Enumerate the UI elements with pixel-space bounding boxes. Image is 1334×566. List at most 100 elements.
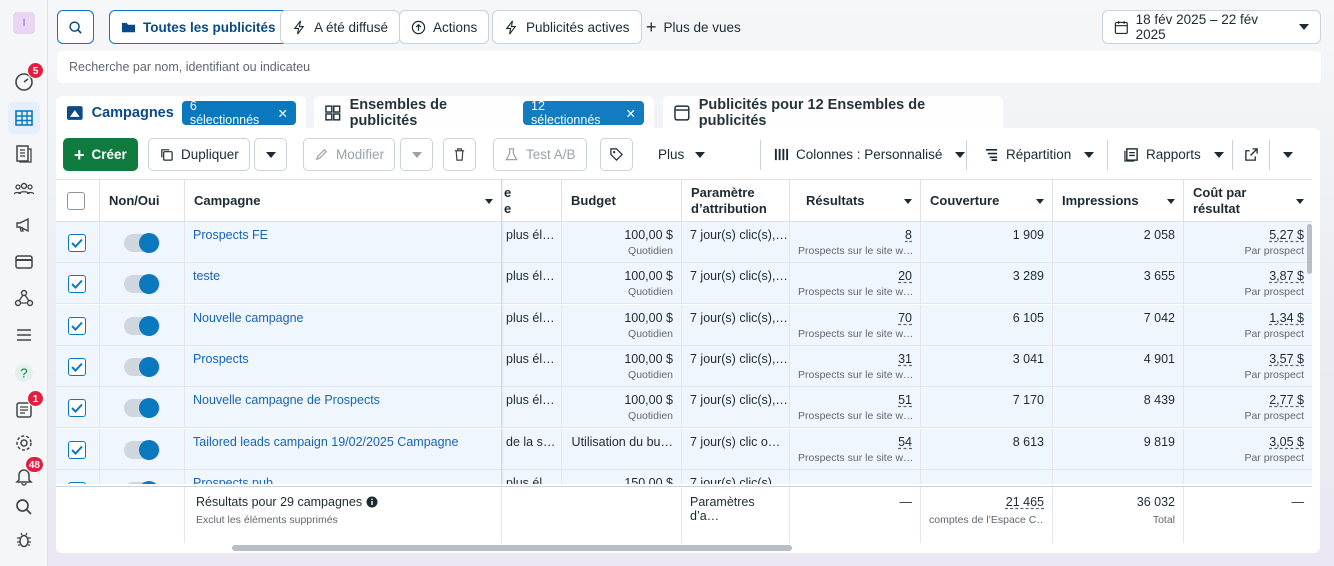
rail-audiences-button[interactable] <box>8 173 40 205</box>
table-row[interactable]: Nouvelle campagne de Prospects plus él… 10… <box>56 387 1312 429</box>
row-checkbox[interactable] <box>68 275 86 294</box>
campaign-toggle[interactable] <box>124 398 160 419</box>
rail-news-button[interactable]: 1 <box>8 390 44 426</box>
campaign-toggle[interactable] <box>124 356 160 377</box>
row-checkbox[interactable] <box>68 481 86 484</box>
vertical-scrollbar[interactable] <box>1307 224 1312 274</box>
reports-button[interactable]: Rapports <box>1114 138 1234 171</box>
table-row[interactable]: Prospects plus él… 100,00 $ Quotidien 7 jour… <box>56 345 1312 387</box>
row-checkbox[interactable] <box>68 357 86 376</box>
more-views-button[interactable]: + Plus de vues <box>635 10 752 44</box>
rail-help-button[interactable]: ? <box>8 357 40 389</box>
rail-search-button[interactable] <box>8 491 40 523</box>
rail-campaigns-button[interactable] <box>8 209 40 241</box>
table-row[interactable]: Prospects pub plus él… 150,00 $7 jour(s) c… <box>56 469 1312 484</box>
clear-selection-icon[interactable]: ✕ <box>278 106 288 121</box>
budget-cell[interactable]: 100,00 $ Quotidien <box>562 222 682 263</box>
tab-campaigns[interactable]: Campagnes 6 sélectionnés ✕ <box>56 96 306 130</box>
ab-test-button[interactable]: Test A/B <box>493 138 587 171</box>
table-row[interactable]: teste plus él… 100,00 $ Quotidien 7 jour(s) … <box>56 263 1312 305</box>
filter-active-ads[interactable]: Publicités actives <box>492 10 642 44</box>
col-campaign[interactable]: Campagne <box>185 180 502 222</box>
table-row[interactable]: Tailored leads campaign 19/02/2025 Campa… <box>56 428 1312 470</box>
col-attribution[interactable]: Paramètre d’attribution <box>682 180 790 222</box>
campaign-name-link[interactable]: Prospects FE <box>193 228 268 242</box>
rail-settings-button[interactable] <box>8 427 40 459</box>
row-checkbox[interactable] <box>68 234 86 252</box>
rail-report-bug-button[interactable] <box>8 524 40 556</box>
rail-ads-manager-button[interactable] <box>8 102 40 134</box>
row-checkbox[interactable] <box>68 399 86 418</box>
results-cell: 54 Prospects sur le site w… <box>790 428 921 470</box>
rail-integrations-button[interactable] <box>8 282 40 314</box>
edit-menu-button[interactable] <box>400 138 433 171</box>
campaign-name-link[interactable]: Prospects <box>193 352 249 366</box>
results-cell: 8 Prospects sur le site w… <box>790 222 921 263</box>
tab-ads[interactable]: Publicités pour 12 Ensembles de publicit… <box>663 96 1003 130</box>
campaign-toggle[interactable] <box>124 233 160 253</box>
campaign-name-link[interactable]: teste <box>193 269 220 283</box>
rail-pages-button[interactable] <box>8 138 40 170</box>
duplicate-button[interactable]: Dupliquer <box>148 138 250 171</box>
account-avatar[interactable]: I <box>13 12 35 34</box>
row-select-cell <box>56 387 100 429</box>
duplicate-menu-button[interactable] <box>254 138 287 171</box>
row-checkbox[interactable] <box>68 316 86 335</box>
budget-cell[interactable]: 150,00 $ <box>562 469 682 484</box>
campaign-toggle[interactable] <box>124 439 160 460</box>
budget-cell[interactable]: 100,00 $ Quotidien <box>562 387 682 429</box>
col-bid-strategy[interactable]: e e <box>502 180 562 222</box>
flask-icon <box>505 148 518 161</box>
budget-cell[interactable]: 100,00 $ Quotidien <box>562 263 682 305</box>
campaign-toggle[interactable] <box>124 480 160 484</box>
search-toggle-button[interactable] <box>57 10 94 44</box>
col-cost-per-result[interactable]: Coût par résultat <box>1184 180 1312 222</box>
adsets-selection-pill[interactable]: 12 sélectionnés ✕ <box>523 99 644 127</box>
rail-billing-button[interactable] <box>8 246 40 278</box>
col-reach[interactable]: Couverture <box>921 180 1053 222</box>
delete-button[interactable] <box>443 138 476 171</box>
columns-button[interactable]: Colonnes : Personnalisé <box>764 138 976 171</box>
cost-per-result-cell: 3,05 $ Par prospect <box>1244 434 1304 464</box>
budget-cell[interactable]: Utilisation du bu… <box>562 428 682 470</box>
filter-delivered[interactable]: A été diffusé <box>280 10 401 44</box>
horizontal-scrollbar[interactable] <box>232 545 792 551</box>
col-impressions[interactable]: Impressions <box>1053 180 1184 222</box>
campaigns-selection-pill[interactable]: 6 sélectionnés ✕ <box>181 99 296 127</box>
campaign-name-link[interactable]: Nouvelle campagne <box>193 311 304 325</box>
info-icon[interactable] <box>366 496 378 508</box>
network-icon <box>14 289 34 307</box>
budget-cell[interactable]: 100,00 $ Quotidien <box>562 345 682 387</box>
bid-strategy-cell: plus él… <box>502 222 562 263</box>
row-checkbox[interactable] <box>68 440 86 459</box>
rail-notifications-button[interactable]: 48 <box>8 456 44 492</box>
more-button[interactable]: Plus <box>648 138 716 171</box>
tab-adsets[interactable]: Ensembles de publicités 12 sélectionnés … <box>314 96 654 130</box>
search-input[interactable]: Recherche par nom, identifiant ou indica… <box>57 51 1321 83</box>
rail-alerts-button[interactable]: 5 <box>8 62 44 98</box>
table-row[interactable]: Nouvelle campagne plus él… 100,00 $ Quotidi… <box>56 304 1312 346</box>
filter-actions[interactable]: Actions <box>399 10 490 44</box>
summary-results-cell: — <box>790 487 921 543</box>
clear-selection-icon[interactable]: ✕ <box>626 106 636 121</box>
col-budget[interactable]: Budget <box>562 180 682 222</box>
budget-cell[interactable]: 100,00 $ Quotidien <box>562 304 682 346</box>
create-button[interactable]: + Créer <box>63 138 138 171</box>
col-onoff[interactable]: Non/Oui <box>100 180 185 222</box>
table-row[interactable]: Prospects FE plus él… 100,00 $ Quotidien 7 j… <box>56 222 1312 263</box>
col-results[interactable]: Résultats <box>790 180 921 222</box>
campaign-toggle[interactable] <box>124 315 160 336</box>
breakdown-button[interactable]: Répartition <box>974 138 1105 171</box>
select-all-checkbox[interactable] <box>67 192 85 210</box>
edit-button[interactable]: Modifier <box>303 138 396 171</box>
export-menu-button[interactable] <box>1273 138 1303 171</box>
tag-button[interactable] <box>600 138 633 171</box>
rail-menu-button[interactable] <box>8 319 40 351</box>
campaign-name-link[interactable]: Tailored leads campaign 19/02/2025 Campa… <box>193 435 458 449</box>
campaign-name-link[interactable]: Nouvelle campagne de Prospects <box>193 393 380 407</box>
filter-all-ads[interactable]: Toutes les publicités <box>109 10 288 44</box>
date-range-picker[interactable]: 18 fév 2025 – 22 fév 2025 <box>1102 10 1321 44</box>
export-button[interactable] <box>1236 138 1266 171</box>
campaign-toggle[interactable] <box>124 274 160 295</box>
campaign-name-link[interactable]: Prospects pub <box>193 476 273 484</box>
